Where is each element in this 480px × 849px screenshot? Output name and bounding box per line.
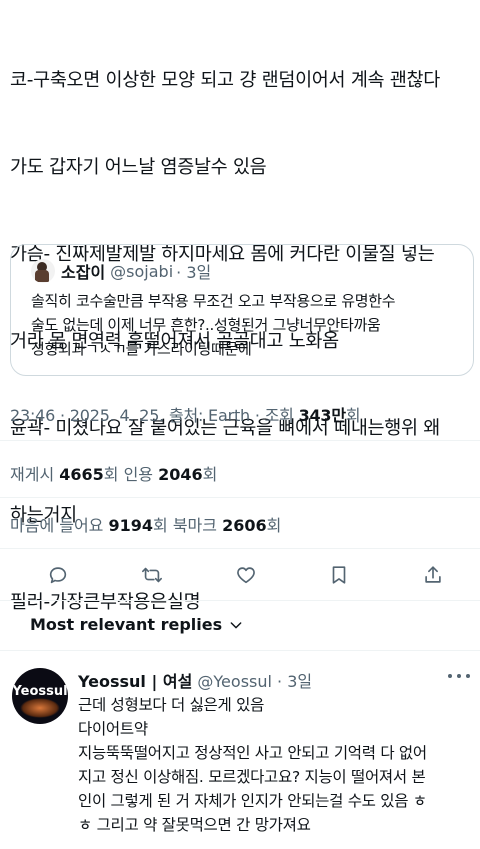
tweet-line: 코-구축오면 이상한 모양 되고 걍 랜덤이어서 계속 괜찮다	[10, 70, 441, 91]
bookmark-button[interactable]	[324, 560, 354, 590]
reply-header: Yeossul | 여설 @Yeossul · 3일	[78, 668, 312, 692]
like-stats: 마음에 들어요 9194회 북마크 2606회	[10, 512, 281, 536]
likes-label: 마음에 들어요	[10, 516, 109, 535]
repost-stats: 재게시 4665회 인용 2046회	[10, 461, 217, 485]
more-options-icon[interactable]	[448, 674, 470, 680]
view-count: 343만	[298, 406, 347, 425]
reply-time: · 3일	[277, 672, 313, 691]
bookmarks-unit: 회	[266, 516, 282, 535]
quotes-label: 회 인용	[103, 465, 159, 484]
bookmark-icon	[332, 566, 346, 584]
quoted-line: 술도 없는데 이제 너무 흔한?..성형된거 그냥너무안타까움	[31, 316, 381, 334]
post-detail: 코-구축오면 이상한 모양 되고 걍 랜덤이어서 계속 괜찮다 가도 갑자기 어…	[0, 0, 480, 849]
reply-icon	[49, 567, 67, 584]
quoted-tweet-header: 소잡이 @sojabi · 3일	[31, 259, 211, 283]
reply-line: 인이 그렇게 된 거 자체가 인지가 안되는걸 수도 있음 ㅎ	[78, 792, 427, 810]
tweet-line: 가도 갑자기 어느날 염증날수 있음	[10, 157, 267, 178]
retweets-label: 재게시	[10, 465, 60, 484]
share-icon	[425, 566, 441, 583]
divider	[0, 440, 480, 441]
retweet-icon	[142, 567, 162, 583]
like-button[interactable]	[231, 560, 261, 590]
like-count[interactable]: 9194	[109, 516, 154, 535]
avatar-glow	[20, 698, 60, 718]
retweet-count[interactable]: 4665	[59, 465, 104, 484]
share-button[interactable]	[418, 560, 448, 590]
divider	[0, 650, 480, 651]
quoted-author-handle[interactable]: @sojabi	[110, 262, 173, 281]
avatar-body	[35, 270, 49, 282]
quoted-tweet[interactable]: 소잡이 @sojabi · 3일 솔직히 코수술만큼 부작용 무조건 오고 부작…	[10, 244, 474, 376]
reply-avatar[interactable]: Yeossul	[12, 668, 68, 724]
quoted-line: 성형외과ㄱㅅㄲ들 가스라이팅때문에	[31, 340, 252, 358]
divider	[0, 497, 480, 498]
quoted-avatar[interactable]	[31, 259, 55, 283]
chevron-down-icon	[230, 621, 242, 628]
action-bar	[0, 560, 480, 590]
tweet-line: 필러-가장큰부작용은실명	[10, 592, 201, 613]
retweet-button[interactable]	[137, 560, 167, 590]
quoted-tweet-text: 솔직히 코수술만큼 부작용 무조건 오고 부작용으로 유명한수 술도 없는데 이…	[31, 289, 461, 361]
view-suffix: 회	[345, 406, 361, 425]
bookmarks-label: 회 북마크	[153, 516, 223, 535]
bookmark-count[interactable]: 2606	[222, 516, 267, 535]
quote-count[interactable]: 2046	[158, 465, 203, 484]
heart-icon	[237, 567, 255, 584]
timestamp[interactable]: 23:46 · 2025. 4. 25. 출처: Earth · 조회	[10, 406, 299, 425]
reply-button[interactable]	[43, 560, 73, 590]
reply-sort-dropdown[interactable]: Most relevant replies	[30, 615, 244, 634]
quoted-time: · 3일	[176, 263, 212, 282]
divider	[0, 600, 480, 601]
quoted-line: 솔직히 코수술만큼 부작용 무조건 오고 부작용으로 유명한수	[31, 292, 396, 310]
reply-line: 지능뚝뚝떨어지고 정상적인 사고 안되고 기억력 다 없어	[78, 744, 427, 762]
tweet-meta: 23:46 · 2025. 4. 25. 출처: Earth · 조회 343만…	[10, 402, 361, 426]
avatar-logo-text: Yeossul	[12, 684, 68, 699]
reply-author-handle[interactable]: @Yeossul	[197, 672, 272, 691]
reply-text: 근데 성형보다 더 싫은게 있음 다이어트약 지능뚝뚝떨어지고 정상적인 사고 …	[78, 693, 478, 837]
reply-line: 근데 성형보다 더 싫은게 있음	[78, 696, 265, 714]
reply-line: 지고 정신 이상해짐. 모르겠다고요? 지능이 떨어져서 본	[78, 768, 426, 786]
reply-line: ㅎ 그리고 약 잘못먹으면 간 망가져요	[78, 816, 311, 834]
divider	[0, 548, 480, 549]
quoted-author-name[interactable]: 소잡이	[61, 259, 105, 283]
reply-author-name[interactable]: Yeossul | 여설	[78, 672, 192, 691]
quotes-unit: 회	[202, 465, 218, 484]
reply-line: 다이어트약	[78, 720, 148, 738]
sort-label: Most relevant replies	[30, 615, 223, 634]
